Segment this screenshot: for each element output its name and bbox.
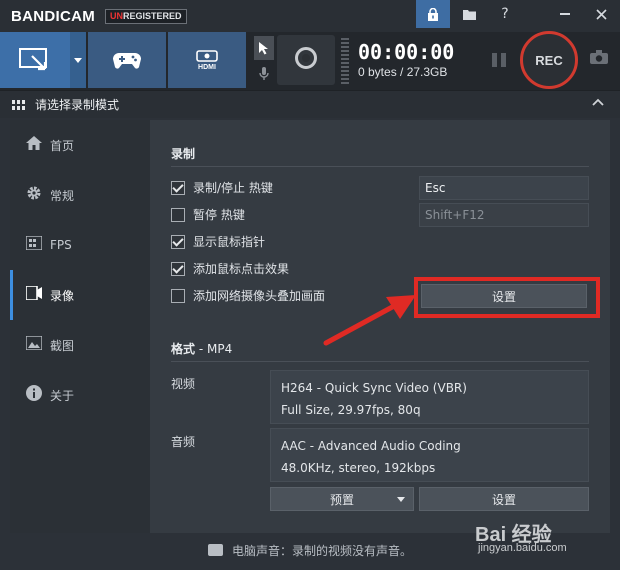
device-mode-button[interactable]: HDMI: [168, 32, 246, 88]
video-icon: [24, 285, 44, 304]
click-effect-checkbox[interactable]: [171, 261, 185, 276]
record-hotkey-field[interactable]: Esc: [419, 176, 589, 200]
audio-codec-box[interactable]: AAC - Advanced Audio Coding 48.0KHz, ste…: [270, 428, 589, 482]
format-heading: 格式 - MP4: [171, 342, 233, 356]
lock-icon[interactable]: [416, 0, 450, 28]
show-cursor-option[interactable]: 显示鼠标指针: [171, 233, 265, 250]
video-quality-line: Full Size, 29.97fps, 80q: [281, 403, 421, 417]
file-size-readout: 0 bytes / 27.3GB: [358, 65, 448, 79]
image-icon: [24, 335, 44, 354]
webcam-button[interactable]: [277, 35, 335, 85]
cursor-target-icon[interactable]: [254, 36, 274, 60]
click-effect-option[interactable]: 添加鼠标点击效果: [171, 260, 289, 277]
close-icon[interactable]: [584, 0, 618, 28]
record-hotkey-option[interactable]: 录制/停止 热键: [171, 179, 273, 196]
fps-icon: [24, 235, 44, 254]
sidebar-item-general[interactable]: 常规: [10, 170, 150, 220]
game-mode-button[interactable]: [88, 32, 166, 88]
screenshot-camera-icon[interactable]: [590, 50, 608, 68]
sidebar-item-about[interactable]: 关于: [10, 370, 150, 420]
preset-button[interactable]: 预置: [270, 487, 414, 511]
sidebar-item-video[interactable]: 录像: [10, 270, 150, 320]
app-logo: BANDICAM: [11, 8, 96, 25]
section-title: 请选择录制模式: [35, 98, 120, 112]
pause-hotkey-checkbox[interactable]: [171, 207, 185, 222]
sidebar-item-home[interactable]: 首页: [10, 120, 150, 170]
audio-status-text: 电脑声音：录制的视频没有声音。: [232, 544, 413, 558]
sidebar-item-fps[interactable]: FPS: [10, 220, 150, 270]
video-label: 视频: [171, 377, 196, 391]
audio-codec-line: AAC - Advanced Audio Coding: [281, 439, 461, 453]
chevron-down-icon: [74, 57, 82, 63]
recording-timer: 00:00:00: [358, 40, 455, 64]
show-cursor-checkbox[interactable]: [171, 234, 185, 249]
screen-rect-icon: [19, 48, 47, 71]
rec-button[interactable]: REC: [520, 31, 578, 89]
webcam-overlay-option[interactable]: 添加网络摄像头叠加画面: [171, 287, 325, 304]
record-heading: 录制: [171, 147, 196, 161]
pause-icon[interactable]: [492, 53, 506, 67]
unregistered-badge: UNREGISTERED: [105, 9, 187, 24]
gamepad-icon: [113, 53, 141, 69]
chat-icon: [208, 544, 223, 556]
format-settings-button[interactable]: 设置: [419, 487, 589, 511]
webcam-overlay-checkbox[interactable]: [171, 288, 185, 303]
annotation-highlight-box: [414, 277, 600, 318]
screen-mode-button[interactable]: [0, 32, 70, 88]
minimize-icon[interactable]: [548, 0, 582, 28]
record-hotkey-checkbox[interactable]: [171, 180, 185, 195]
pause-hotkey-field[interactable]: Shift+F12: [419, 203, 589, 227]
mode-dropdown-button[interactable]: [70, 32, 86, 88]
toolbar-divider: [341, 38, 349, 84]
record-divider: [171, 166, 589, 167]
format-divider: [171, 361, 589, 362]
grid-icon: [12, 100, 25, 110]
baidu-watermark-url: jingyan.baidu.com: [478, 542, 567, 554]
audio-quality-line: 48.0KHz, stereo, 192kbps: [281, 461, 436, 475]
home-icon: [24, 136, 44, 154]
gear-icon: [24, 185, 44, 205]
video-codec-box[interactable]: H264 - Quick Sync Video (VBR) Full Size,…: [270, 370, 589, 424]
chevron-down-icon: [397, 497, 405, 502]
pause-hotkey-option[interactable]: 暂停 热键: [171, 206, 245, 223]
webcam-icon: [295, 47, 317, 69]
help-icon[interactable]: ?: [488, 0, 522, 28]
hdmi-icon: [196, 49, 218, 62]
folder-icon[interactable]: [452, 0, 486, 28]
info-icon: [24, 385, 44, 405]
annotation-arrow-icon: [323, 295, 416, 346]
video-codec-line: H264 - Quick Sync Video (VBR): [281, 381, 467, 395]
microphone-icon[interactable]: [254, 62, 274, 86]
audio-label: 音频: [171, 435, 196, 449]
title-bar: BANDICAM UNREGISTERED ?: [0, 0, 620, 32]
mode-section-header[interactable]: 请选择录制模式: [0, 90, 620, 118]
chevron-up-icon[interactable]: [592, 95, 604, 110]
sidebar-item-screenshot[interactable]: 截图: [10, 320, 150, 370]
